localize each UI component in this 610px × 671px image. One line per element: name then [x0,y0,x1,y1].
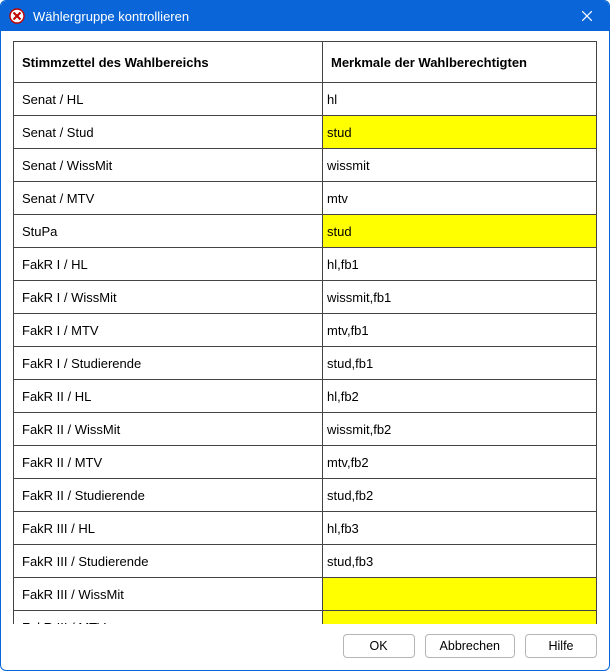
table-header-row: Stimmzettel des Wahlbereichs Merkmale de… [14,42,597,83]
table-row[interactable]: FakR I / WissMitwissmit,fb1 [14,281,597,314]
cell-merkmale: hl,fb2 [322,380,596,413]
col-header-stimmzettel: Stimmzettel des Wahlbereichs [14,42,323,83]
cell-merkmale: wissmit,fb1 [322,281,596,314]
table-row[interactable]: StuPastud [14,215,597,248]
window-title: Wählergruppe kontrollieren [33,9,565,24]
table-row[interactable]: FakR III / HLhl,fb3 [14,512,597,545]
table-row[interactable]: Senat / WissMitwissmit [14,149,597,182]
dialog-window: Wählergruppe kontrollieren Stimmzettel d… [0,0,610,671]
titlebar: Wählergruppe kontrollieren [1,1,609,31]
table-row[interactable]: Senat / HLhl [14,83,597,116]
cell-stimmzettel: Senat / MTV [14,182,323,215]
help-button[interactable]: Hilfe [525,634,597,658]
table-row[interactable]: Senat / Studstud [14,116,597,149]
cell-merkmale [322,611,596,625]
cell-stimmzettel: Senat / Stud [14,116,323,149]
cell-merkmale [322,578,596,611]
table-row[interactable]: FakR I / Studierendestud,fb1 [14,347,597,380]
cell-stimmzettel: Senat / HL [14,83,323,116]
table-row[interactable]: FakR III / MTV [14,611,597,625]
cell-merkmale: hl [322,83,596,116]
table-row[interactable]: FakR II / Studierendestud,fb2 [14,479,597,512]
col-header-merkmale: Merkmale der Wahlberechtigten [322,42,596,83]
cell-stimmzettel: FakR I / HL [14,248,323,281]
cell-stimmzettel: FakR II / HL [14,380,323,413]
table-row[interactable]: FakR II / WissMitwissmit,fb2 [14,413,597,446]
cell-merkmale: mtv [322,182,596,215]
cell-stimmzettel: FakR II / MTV [14,446,323,479]
table-row[interactable]: Senat / MTVmtv [14,182,597,215]
cell-merkmale: stud,fb3 [322,545,596,578]
cell-merkmale: hl,fb1 [322,248,596,281]
table-row[interactable]: FakR I / MTVmtv,fb1 [14,314,597,347]
dialog-footer: OK Abbrechen Hilfe [1,624,609,670]
cell-stimmzettel: FakR I / Studierende [14,347,323,380]
cell-stimmzettel: FakR I / MTV [14,314,323,347]
cell-stimmzettel: FakR II / Studierende [14,479,323,512]
cell-merkmale: hl,fb3 [322,512,596,545]
close-button[interactable] [565,1,609,31]
cancel-button[interactable]: Abbrechen [425,634,515,658]
cell-merkmale: wissmit [322,149,596,182]
cell-merkmale: stud [322,215,596,248]
cell-stimmzettel: StuPa [14,215,323,248]
cell-merkmale: mtv,fb2 [322,446,596,479]
cell-stimmzettel: FakR II / WissMit [14,413,323,446]
table-row[interactable]: FakR I / HLhl,fb1 [14,248,597,281]
table-row[interactable]: FakR II / HLhl,fb2 [14,380,597,413]
app-icon [9,8,25,24]
cell-stimmzettel: Senat / WissMit [14,149,323,182]
ok-button[interactable]: OK [343,634,415,658]
dialog-body: Stimmzettel des Wahlbereichs Merkmale de… [1,31,609,624]
table-row[interactable]: FakR II / MTVmtv,fb2 [14,446,597,479]
cell-stimmzettel: FakR III / Studierende [14,545,323,578]
cell-merkmale: stud,fb2 [322,479,596,512]
cell-stimmzettel: FakR I / WissMit [14,281,323,314]
cell-stimmzettel: FakR III / HL [14,512,323,545]
cell-merkmale: wissmit,fb2 [322,413,596,446]
cell-merkmale: mtv,fb1 [322,314,596,347]
cell-stimmzettel: FakR III / MTV [14,611,323,625]
cell-stimmzettel: FakR III / WissMit [14,578,323,611]
cell-merkmale: stud [322,116,596,149]
cell-merkmale: stud,fb1 [322,347,596,380]
table-row[interactable]: FakR III / Studierendestud,fb3 [14,545,597,578]
voter-group-table: Stimmzettel des Wahlbereichs Merkmale de… [13,41,597,624]
table-row[interactable]: FakR III / WissMit [14,578,597,611]
